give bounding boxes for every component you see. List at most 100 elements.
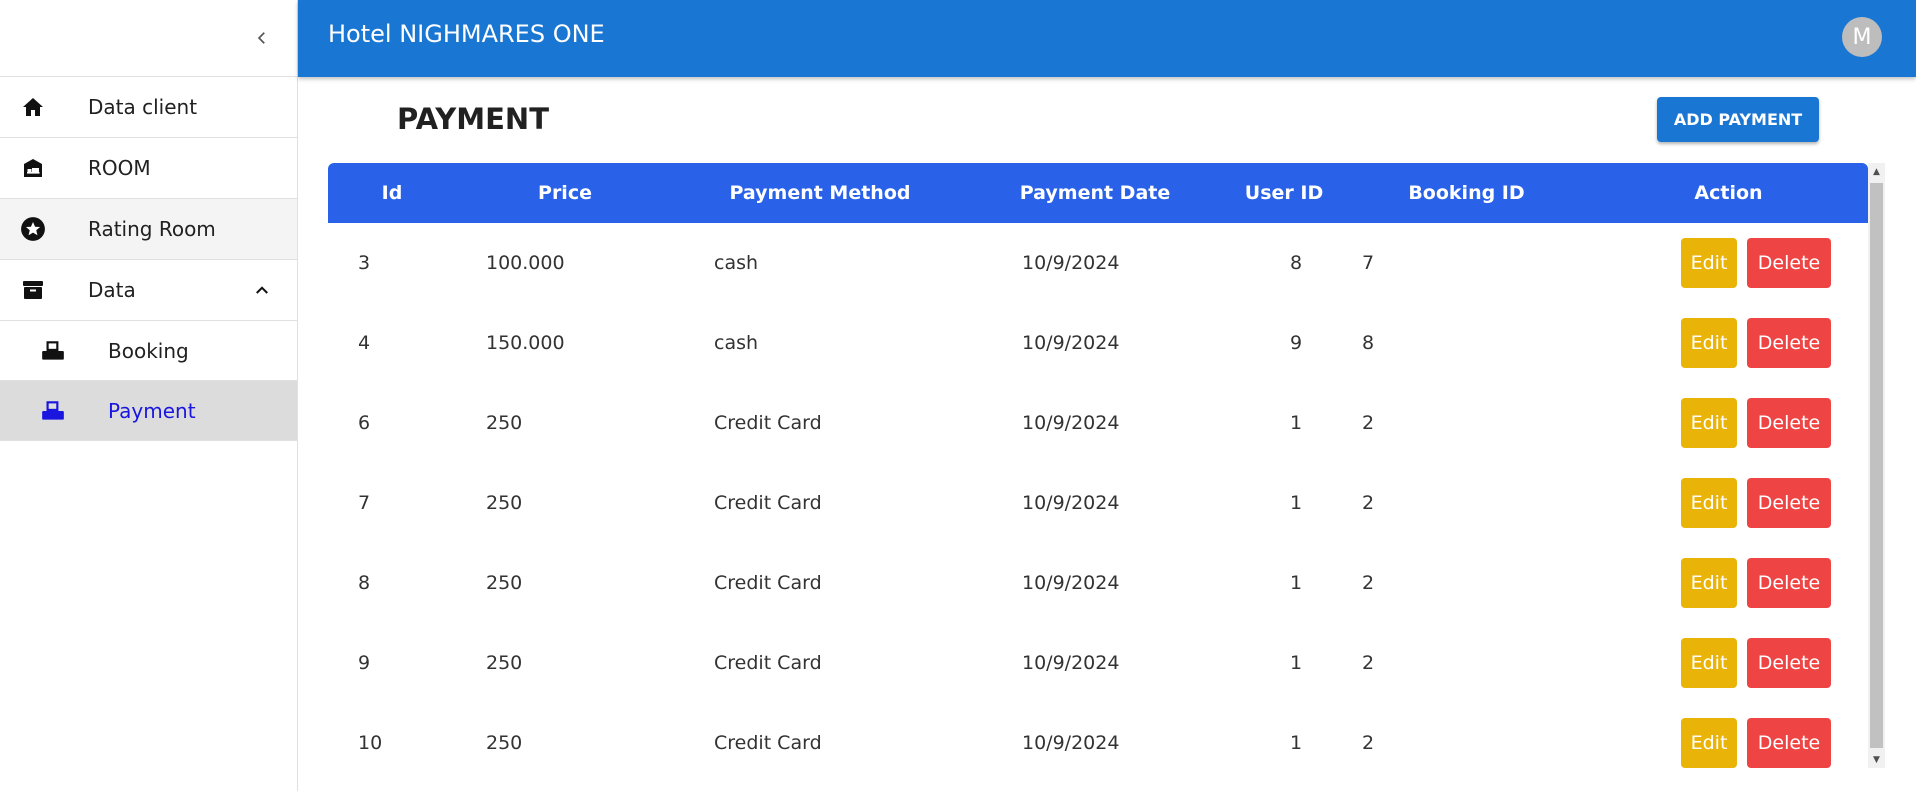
column-header-user-id[interactable]: User ID — [1224, 163, 1344, 223]
fax-icon — [40, 338, 66, 364]
edit-button[interactable]: Edit — [1681, 318, 1737, 368]
collapse-sidebar-button[interactable] — [248, 24, 276, 52]
sidebar-item-booking[interactable]: Booking — [0, 321, 297, 381]
table-row: 6 250 Credit Card 10/9/2024 1 2 Edit Delete — [328, 383, 1868, 463]
sidebar-item-data[interactable]: Data — [0, 260, 297, 321]
table-row: 10 250 Credit Card 10/9/2024 1 2 Edit Delete — [328, 703, 1868, 783]
cell-payment-date: 10/9/2024 — [1022, 732, 1120, 754]
cell-id: 3 — [358, 252, 371, 274]
cell-payment-method: Credit Card — [714, 652, 822, 674]
cell-id: 8 — [358, 572, 371, 594]
table-header-row: Id Price Payment Method Payment Date Use… — [328, 163, 1868, 223]
delete-button[interactable]: Delete — [1747, 238, 1831, 288]
column-header-payment-date[interactable]: Payment Date — [966, 163, 1224, 223]
column-header-price[interactable]: Price — [456, 163, 674, 223]
sidebar-item-label: Data — [88, 278, 136, 302]
sidebar-item-label: Rating Room — [88, 217, 216, 241]
app-title: Hotel NIGHMARES ONE — [328, 20, 605, 48]
cell-user-id: 1 — [1290, 492, 1303, 514]
cell-booking-id: 2 — [1362, 732, 1375, 754]
cell-price: 150.000 — [486, 332, 565, 354]
edit-button[interactable]: Edit — [1681, 398, 1737, 448]
sidebar-header — [0, 0, 297, 77]
cell-actions: Edit Delete — [1589, 383, 1868, 463]
cell-booking-id: 2 — [1362, 492, 1375, 514]
cell-id: 7 — [358, 492, 371, 514]
cell-booking-id: 2 — [1362, 652, 1375, 674]
column-header-id[interactable]: Id — [328, 163, 456, 223]
delete-button[interactable]: Delete — [1747, 478, 1831, 528]
fax-icon — [40, 398, 66, 424]
cell-actions: Edit Delete — [1589, 223, 1868, 303]
cell-payment-date: 10/9/2024 — [1022, 252, 1120, 274]
table-row: 3 100.000 cash 10/9/2024 8 7 Edit Delete — [328, 223, 1868, 303]
cell-actions: Edit Delete — [1589, 623, 1868, 703]
cell-price: 250 — [486, 572, 523, 594]
cell-actions: Edit Delete — [1589, 543, 1868, 623]
cell-actions: Edit Delete — [1589, 703, 1868, 783]
edit-button[interactable]: Edit — [1681, 638, 1737, 688]
sidebar-item-payment[interactable]: Payment — [0, 381, 297, 441]
vertical-scrollbar[interactable]: ▲ ▼ — [1868, 163, 1885, 768]
payment-table-container: Id Price Payment Method Payment Date Use… — [328, 163, 1868, 791]
cell-id: 6 — [358, 412, 371, 434]
page-title: PAYMENT — [397, 102, 549, 136]
hotel-icon — [20, 155, 46, 181]
cell-actions: Edit Delete — [1589, 303, 1868, 383]
cell-user-id: 1 — [1290, 652, 1303, 674]
scrollbar-thumb[interactable] — [1870, 183, 1883, 748]
delete-button[interactable]: Delete — [1747, 638, 1831, 688]
sidebar-item-rating-room[interactable]: Rating Room — [0, 199, 297, 260]
edit-button[interactable]: Edit — [1681, 478, 1737, 528]
scroll-up-arrow-icon[interactable]: ▲ — [1868, 163, 1885, 180]
sidebar-item-data-client[interactable]: Data client — [0, 77, 297, 138]
delete-button[interactable]: Delete — [1747, 318, 1831, 368]
cell-id: 9 — [358, 652, 371, 674]
cell-user-id: 8 — [1290, 252, 1303, 274]
cell-payment-date: 10/9/2024 — [1022, 572, 1120, 594]
edit-button[interactable]: Edit — [1681, 718, 1737, 768]
column-header-booking-id[interactable]: Booking ID — [1344, 163, 1589, 223]
table-row: 4 150.000 cash 10/9/2024 9 8 Edit Delete — [328, 303, 1868, 383]
avatar[interactable]: M — [1842, 17, 1882, 57]
cell-price: 250 — [486, 412, 523, 434]
cell-user-id: 1 — [1290, 732, 1303, 754]
cell-price: 250 — [486, 732, 523, 754]
table-row: 9 250 Credit Card 10/9/2024 1 2 Edit Delete — [328, 623, 1868, 703]
table-row: 8 250 Credit Card 10/9/2024 1 2 Edit Delete — [328, 543, 1868, 623]
column-header-payment-method[interactable]: Payment Method — [674, 163, 966, 223]
cell-payment-method: Credit Card — [714, 572, 822, 594]
delete-button[interactable]: Delete — [1747, 558, 1831, 608]
cell-payment-date: 10/9/2024 — [1022, 652, 1120, 674]
app-bar: Hotel NIGHMARES ONE M — [298, 0, 1916, 77]
cell-user-id: 9 — [1290, 332, 1303, 354]
edit-button[interactable]: Edit — [1681, 558, 1737, 608]
delete-button[interactable]: Delete — [1747, 718, 1831, 768]
add-payment-button[interactable]: ADD PAYMENT — [1657, 97, 1819, 142]
home-icon — [20, 94, 46, 120]
cell-booking-id: 2 — [1362, 572, 1375, 594]
cell-price: 100.000 — [486, 252, 565, 274]
star-circle-icon — [20, 216, 46, 242]
cell-price: 250 — [486, 652, 523, 674]
cell-user-id: 1 — [1290, 412, 1303, 434]
cell-payment-date: 10/9/2024 — [1022, 492, 1120, 514]
cell-payment-date: 10/9/2024 — [1022, 332, 1120, 354]
sidebar-item-label: Data client — [88, 95, 198, 119]
delete-button[interactable]: Delete — [1747, 398, 1831, 448]
cell-id: 4 — [358, 332, 371, 354]
cell-actions: Edit Delete — [1589, 463, 1868, 543]
cell-payment-method: Credit Card — [714, 412, 822, 434]
cell-booking-id: 8 — [1362, 332, 1375, 354]
chevron-left-icon — [257, 32, 265, 44]
edit-button[interactable]: Edit — [1681, 238, 1737, 288]
archive-icon — [20, 277, 46, 303]
sidebar-item-room[interactable]: ROOM — [0, 138, 297, 199]
cell-price: 250 — [486, 492, 523, 514]
cell-payment-method: cash — [714, 252, 759, 274]
sidebar-item-label: Payment — [108, 398, 196, 423]
cell-payment-method: Credit Card — [714, 492, 822, 514]
scroll-down-arrow-icon[interactable]: ▼ — [1868, 751, 1885, 768]
chevron-up-icon[interactable] — [250, 278, 274, 302]
cell-booking-id: 7 — [1362, 252, 1375, 274]
